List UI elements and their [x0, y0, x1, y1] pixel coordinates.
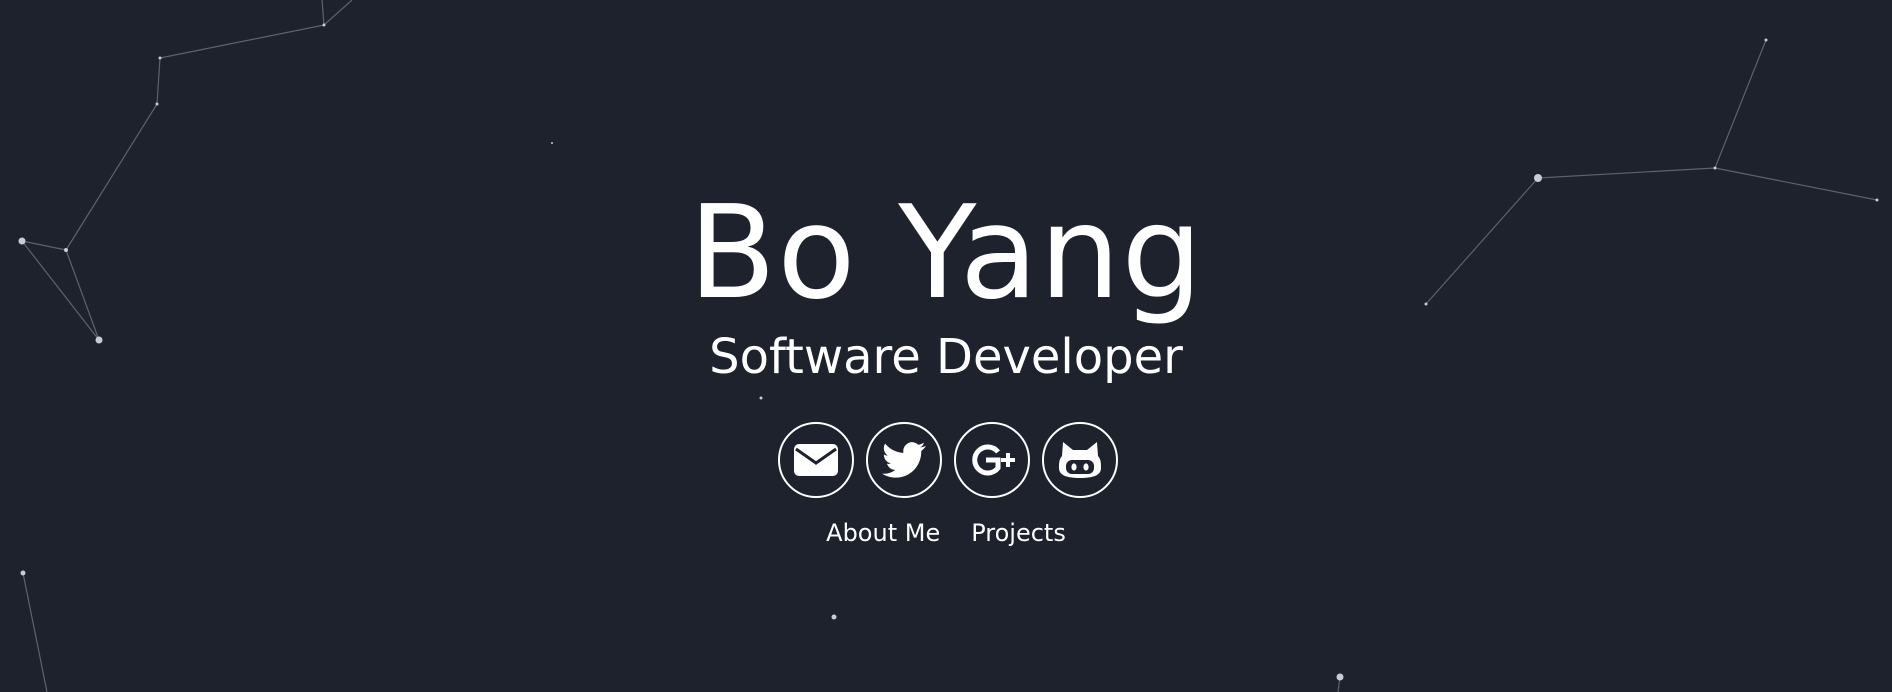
- primary-nav: About Me Projects: [0, 518, 1892, 548]
- google-plus-button[interactable]: [954, 422, 1030, 498]
- social-links: [778, 422, 1118, 498]
- twitter-button[interactable]: [866, 422, 942, 498]
- twitter-bird-icon: [882, 442, 926, 478]
- hero-name: Bo Yang: [688, 179, 1204, 328]
- github-button[interactable]: [1042, 422, 1118, 498]
- google-plus-icon: [972, 444, 1015, 476]
- hero-section: Bo Yang Software Developer About Me Proj…: [0, 0, 1892, 692]
- hero-subtitle: Software Developer: [709, 329, 1183, 385]
- envelope-icon: [794, 444, 838, 476]
- about-me-link[interactable]: About Me: [826, 518, 940, 548]
- github-octocat-icon: [1059, 442, 1101, 478]
- projects-link[interactable]: Projects: [971, 518, 1066, 548]
- email-button[interactable]: [778, 422, 854, 498]
